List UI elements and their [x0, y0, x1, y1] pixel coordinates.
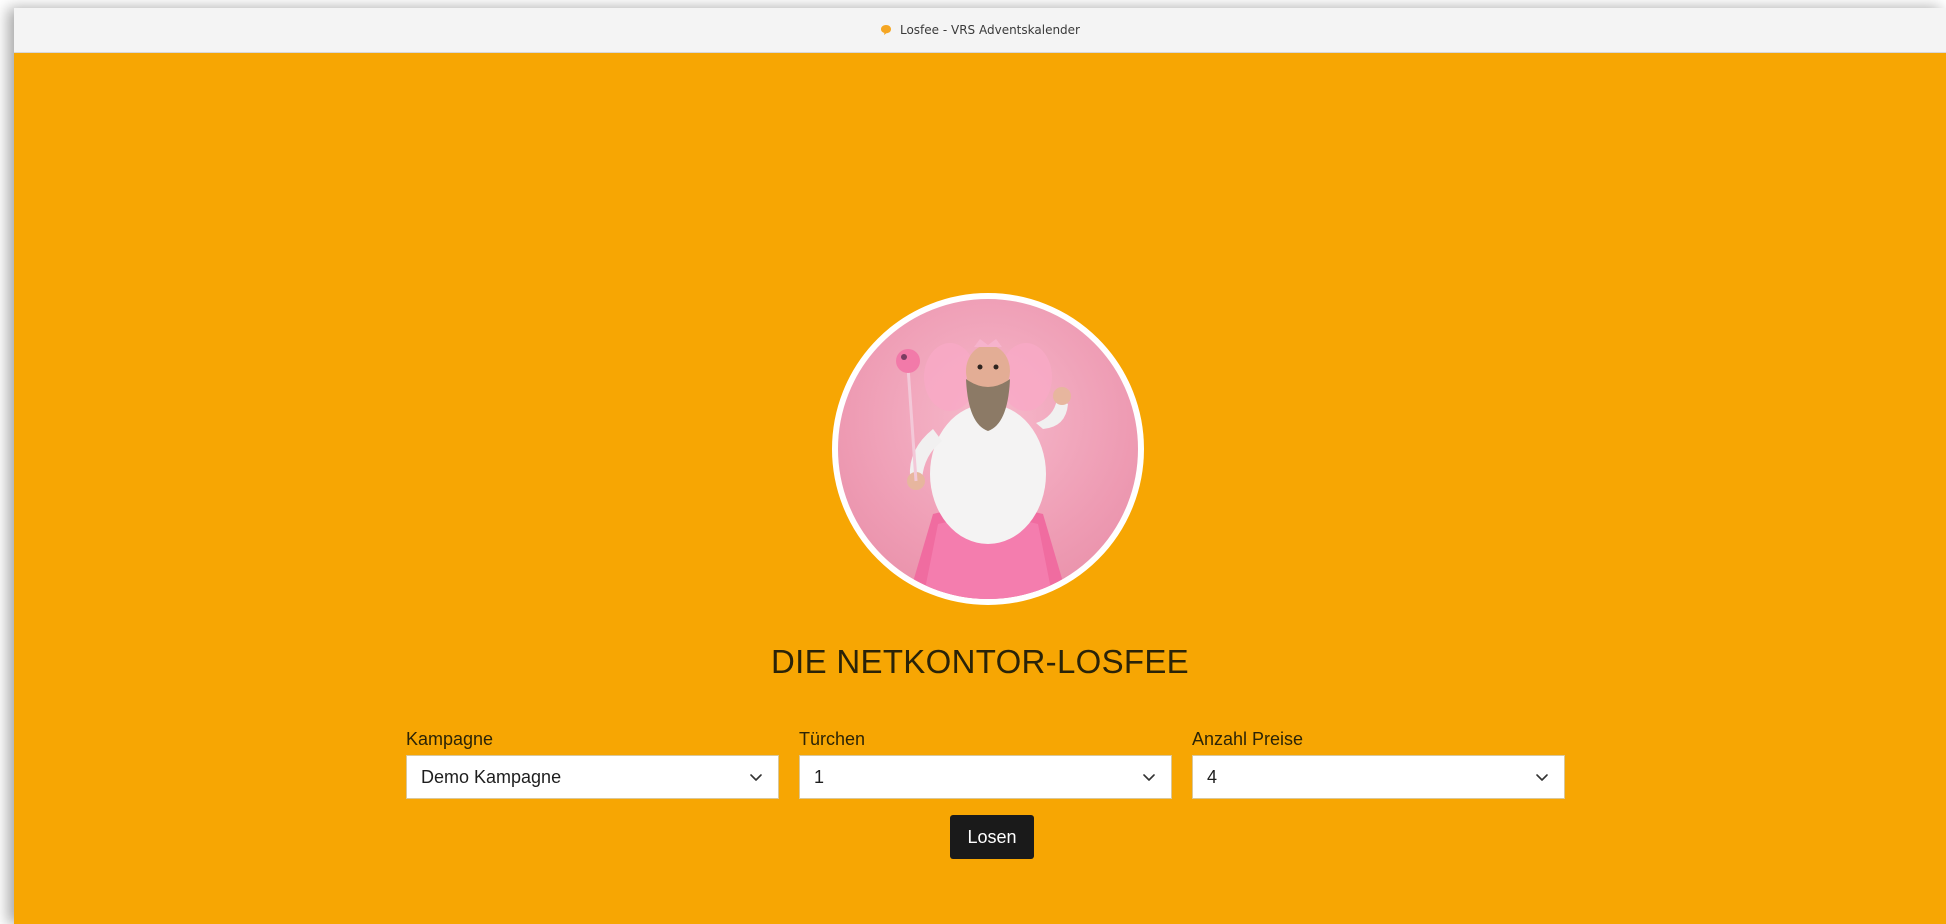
door-control: Türchen 1: [799, 729, 1172, 799]
speech-bubble-icon: [880, 25, 891, 35]
prizes-label: Anzahl Preise: [1192, 729, 1304, 749]
fairy-man-illustration: [896, 339, 1071, 599]
draw-form: Kampagne Demo Kampagne Türchen 1 Anzahl …: [406, 729, 1566, 799]
chevron-down-icon: [1536, 774, 1548, 781]
fairy-man-photo: [832, 293, 1144, 605]
campaign-select[interactable]: Demo Kampagne: [406, 755, 779, 799]
page-title: DIE NETKONTOR-LOSFEE: [771, 643, 1189, 680]
prizes-control: Anzahl Preise 4: [1192, 729, 1565, 799]
chevron-down-icon: [1143, 774, 1155, 781]
door-select[interactable]: 1: [799, 755, 1172, 799]
prizes-select[interactable]: 4: [1192, 755, 1565, 799]
campaign-control: Kampagne Demo Kampagne: [406, 729, 779, 799]
draw-button[interactable]: Losen: [950, 815, 1034, 859]
campaign-label: Kampagne: [406, 729, 494, 749]
door-select-value: 1: [814, 766, 825, 787]
page-content: DIE NETKONTOR-LOSFEE Kampagne Demo Kampa…: [14, 53, 1946, 924]
window-title: Losfee - VRS Adventskalender: [899, 23, 1080, 37]
chevron-down-icon: [750, 774, 762, 781]
window-titlebar: Losfee - VRS Adventskalender: [14, 8, 1946, 53]
door-label: Türchen: [799, 729, 866, 749]
screen: Losfee - VRS Adventskalender DIE NETKONT…: [0, 0, 1946, 924]
prizes-select-value: 4: [1207, 766, 1218, 787]
browser-window: Losfee - VRS Adventskalender DIE NETKONT…: [14, 8, 1946, 924]
campaign-select-value: Demo Kampagne: [421, 766, 562, 787]
